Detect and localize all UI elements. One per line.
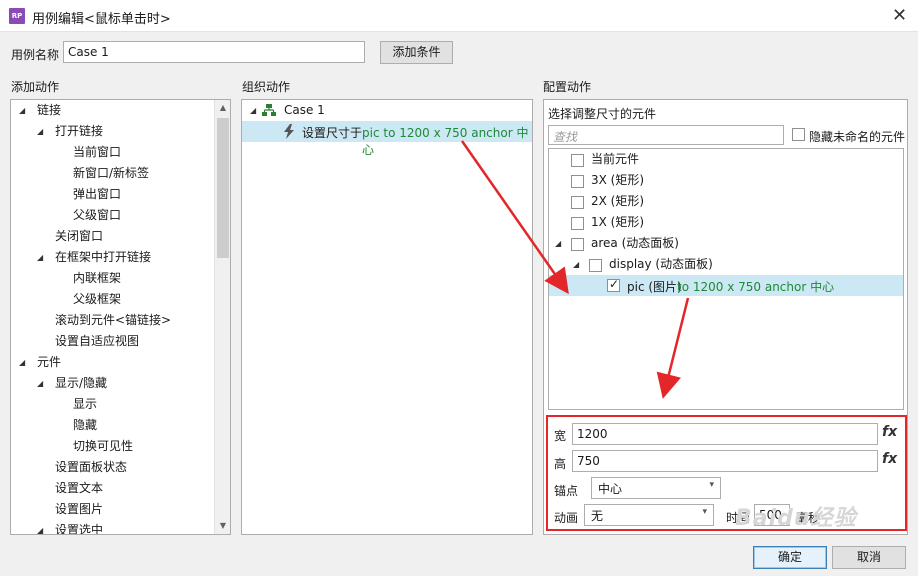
- tree-item[interactable]: 弹出窗口: [73, 184, 121, 205]
- add-condition-button[interactable]: 添加条件: [380, 41, 453, 64]
- widget-checkbox-2x[interactable]: [571, 196, 584, 209]
- tree-item[interactable]: 在框架中打开链接: [55, 247, 151, 268]
- collapse-triangle-icon[interactable]: ◢: [37, 253, 43, 262]
- action-row[interactable]: 设置尺寸于 pic to 1200 x 750 anchor 中心: [242, 121, 532, 157]
- widget-checkbox-pic[interactable]: [607, 277, 620, 292]
- tree-item[interactable]: 隐藏: [73, 415, 97, 436]
- widget-item-display[interactable]: display (动态面板): [609, 254, 713, 275]
- chevron-down-icon: ▾: [709, 480, 714, 490]
- widget-checkbox-1x[interactable]: [571, 217, 584, 230]
- collapse-triangle-icon[interactable]: ◢: [37, 127, 43, 136]
- organize-action-heading: 组织动作: [242, 80, 291, 94]
- axure-app-icon: RP: [9, 8, 25, 24]
- tree-item[interactable]: 内联框架: [73, 268, 121, 289]
- scroll-down-icon[interactable]: ▼: [215, 518, 230, 534]
- collapse-triangle-icon[interactable]: ◢: [555, 239, 561, 248]
- widget-checkbox-3x[interactable]: [571, 175, 584, 188]
- width-fx-button[interactable]: fx: [882, 424, 897, 440]
- ok-button[interactable]: 确定: [753, 546, 827, 569]
- widget-checkbox-display[interactable]: [589, 259, 602, 272]
- select-widget-heading: 选择调整尺寸的元件: [548, 107, 657, 121]
- height-label: 高: [554, 457, 567, 471]
- anchor-select[interactable]: 中心 ▾: [591, 477, 721, 499]
- title-bar: RP 用例编辑<鼠标单击时> ✕: [0, 0, 918, 32]
- widget-item-current[interactable]: 当前元件: [591, 149, 639, 170]
- tree-item[interactable]: 打开链接: [55, 121, 103, 142]
- widget-item-pic-detail: to 1200 x 750 anchor 中心: [677, 280, 835, 294]
- widget-item-area[interactable]: area (动态面板): [591, 233, 679, 254]
- animation-value: 无: [591, 509, 604, 523]
- animation-select[interactable]: 无 ▾: [584, 504, 714, 526]
- tree-item[interactable]: 设置图片: [55, 499, 103, 520]
- widget-item-2x[interactable]: 2X (矩形): [591, 191, 644, 212]
- case-name-input[interactable]: Case 1: [63, 41, 365, 63]
- scroll-up-icon[interactable]: ▲: [215, 100, 230, 116]
- collapse-triangle-icon[interactable]: ◢: [250, 106, 256, 115]
- anchor-label: 锚点: [554, 484, 579, 498]
- chevron-down-icon: ▾: [702, 507, 707, 517]
- hide-unnamed-label: 隐藏未命名的元件: [809, 130, 906, 144]
- close-icon[interactable]: ✕: [892, 5, 907, 26]
- tree-item[interactable]: 显示: [73, 394, 97, 415]
- tree-item[interactable]: 父级框架: [73, 289, 121, 310]
- height-input[interactable]: 750: [572, 450, 878, 472]
- tree-item[interactable]: 当前窗口: [73, 142, 121, 163]
- config-action-heading: 配置动作: [543, 80, 592, 94]
- config-action-panel: 选择调整尺寸的元件 查找 隐藏未命名的元件 当前元件 3X (矩形) 2X (矩…: [543, 99, 908, 535]
- tree-item[interactable]: 设置选中: [55, 520, 103, 534]
- tree-item[interactable]: 滚动到元件<锚链接>: [55, 310, 171, 331]
- collapse-triangle-icon[interactable]: ◢: [19, 106, 25, 115]
- organize-action-panel: ◢ Case 1 设置尺寸于 pic to 1200 x 750 anchor …: [241, 99, 533, 535]
- widget-checkbox-current[interactable]: [571, 154, 584, 167]
- tree-item[interactable]: 切换可见性: [73, 436, 133, 457]
- case-name-label: 用例名称: [11, 48, 60, 62]
- collapse-triangle-icon[interactable]: ◢: [37, 526, 43, 534]
- height-fx-button[interactable]: fx: [882, 451, 897, 467]
- animation-label: 动画: [554, 511, 579, 525]
- anchor-value: 中心: [598, 482, 623, 496]
- collapse-triangle-icon[interactable]: ◢: [573, 260, 579, 269]
- baidu-watermark: Baidu经验: [735, 506, 857, 531]
- tree-item[interactable]: 父级窗口: [73, 205, 121, 226]
- add-action-scrollbar[interactable]: ▲ ▼: [214, 100, 230, 534]
- tree-item[interactable]: 设置自适应视图: [55, 331, 139, 352]
- widget-item-pic: pic (图片): [627, 280, 682, 294]
- add-action-tree: ◢ 链接 ◢ 打开链接 当前窗口 新窗口/新标签 弹出窗口 父级窗口 关闭窗口 ◢ 在框架中打开链接…: [11, 100, 214, 534]
- widget-item-3x[interactable]: 3X (矩形): [591, 170, 644, 191]
- case-icon: [262, 104, 276, 116]
- tree-item[interactable]: 新窗口/新标签: [73, 163, 149, 184]
- tree-item[interactable]: 设置面板状态: [55, 457, 127, 478]
- hide-unnamed-checkbox[interactable]: [792, 128, 805, 141]
- lightning-icon: [283, 124, 295, 139]
- window-title: 用例编辑<鼠标单击时>: [32, 12, 171, 27]
- cancel-button[interactable]: 取消: [832, 546, 906, 569]
- collapse-triangle-icon[interactable]: ◢: [19, 358, 25, 367]
- tree-item[interactable]: 显示/隐藏: [55, 373, 107, 394]
- collapse-triangle-icon[interactable]: ◢: [37, 379, 43, 388]
- action-detail: pic to 1200 x 750 anchor 中心: [362, 126, 529, 157]
- tree-item[interactable]: 链接: [37, 100, 61, 121]
- add-action-heading: 添加动作: [11, 80, 60, 94]
- width-label: 宽: [554, 429, 567, 443]
- scroll-thumb[interactable]: [217, 118, 229, 258]
- widget-item-1x[interactable]: 1X (矩形): [591, 212, 644, 233]
- width-input[interactable]: 1200: [572, 423, 878, 445]
- widget-list: 当前元件 3X (矩形) 2X (矩形) 1X (矩形) ◢ area (动态面…: [548, 148, 904, 410]
- widget-search-input[interactable]: 查找: [548, 125, 784, 145]
- case-item[interactable]: Case 1: [284, 100, 325, 121]
- add-action-panel: ◢ 链接 ◢ 打开链接 当前窗口 新窗口/新标签 弹出窗口 父级窗口 关闭窗口 ◢ 在框架中打开链接…: [10, 99, 231, 535]
- tree-item[interactable]: 元件: [37, 352, 61, 373]
- action-prefix: 设置尺寸于: [302, 126, 363, 140]
- tree-item[interactable]: 关闭窗口: [55, 226, 103, 247]
- widget-row-pic[interactable]: pic (图片) to 1200 x 750 anchor 中心: [549, 275, 903, 296]
- widget-checkbox-area[interactable]: [571, 238, 584, 251]
- tree-item[interactable]: 设置文本: [55, 478, 103, 499]
